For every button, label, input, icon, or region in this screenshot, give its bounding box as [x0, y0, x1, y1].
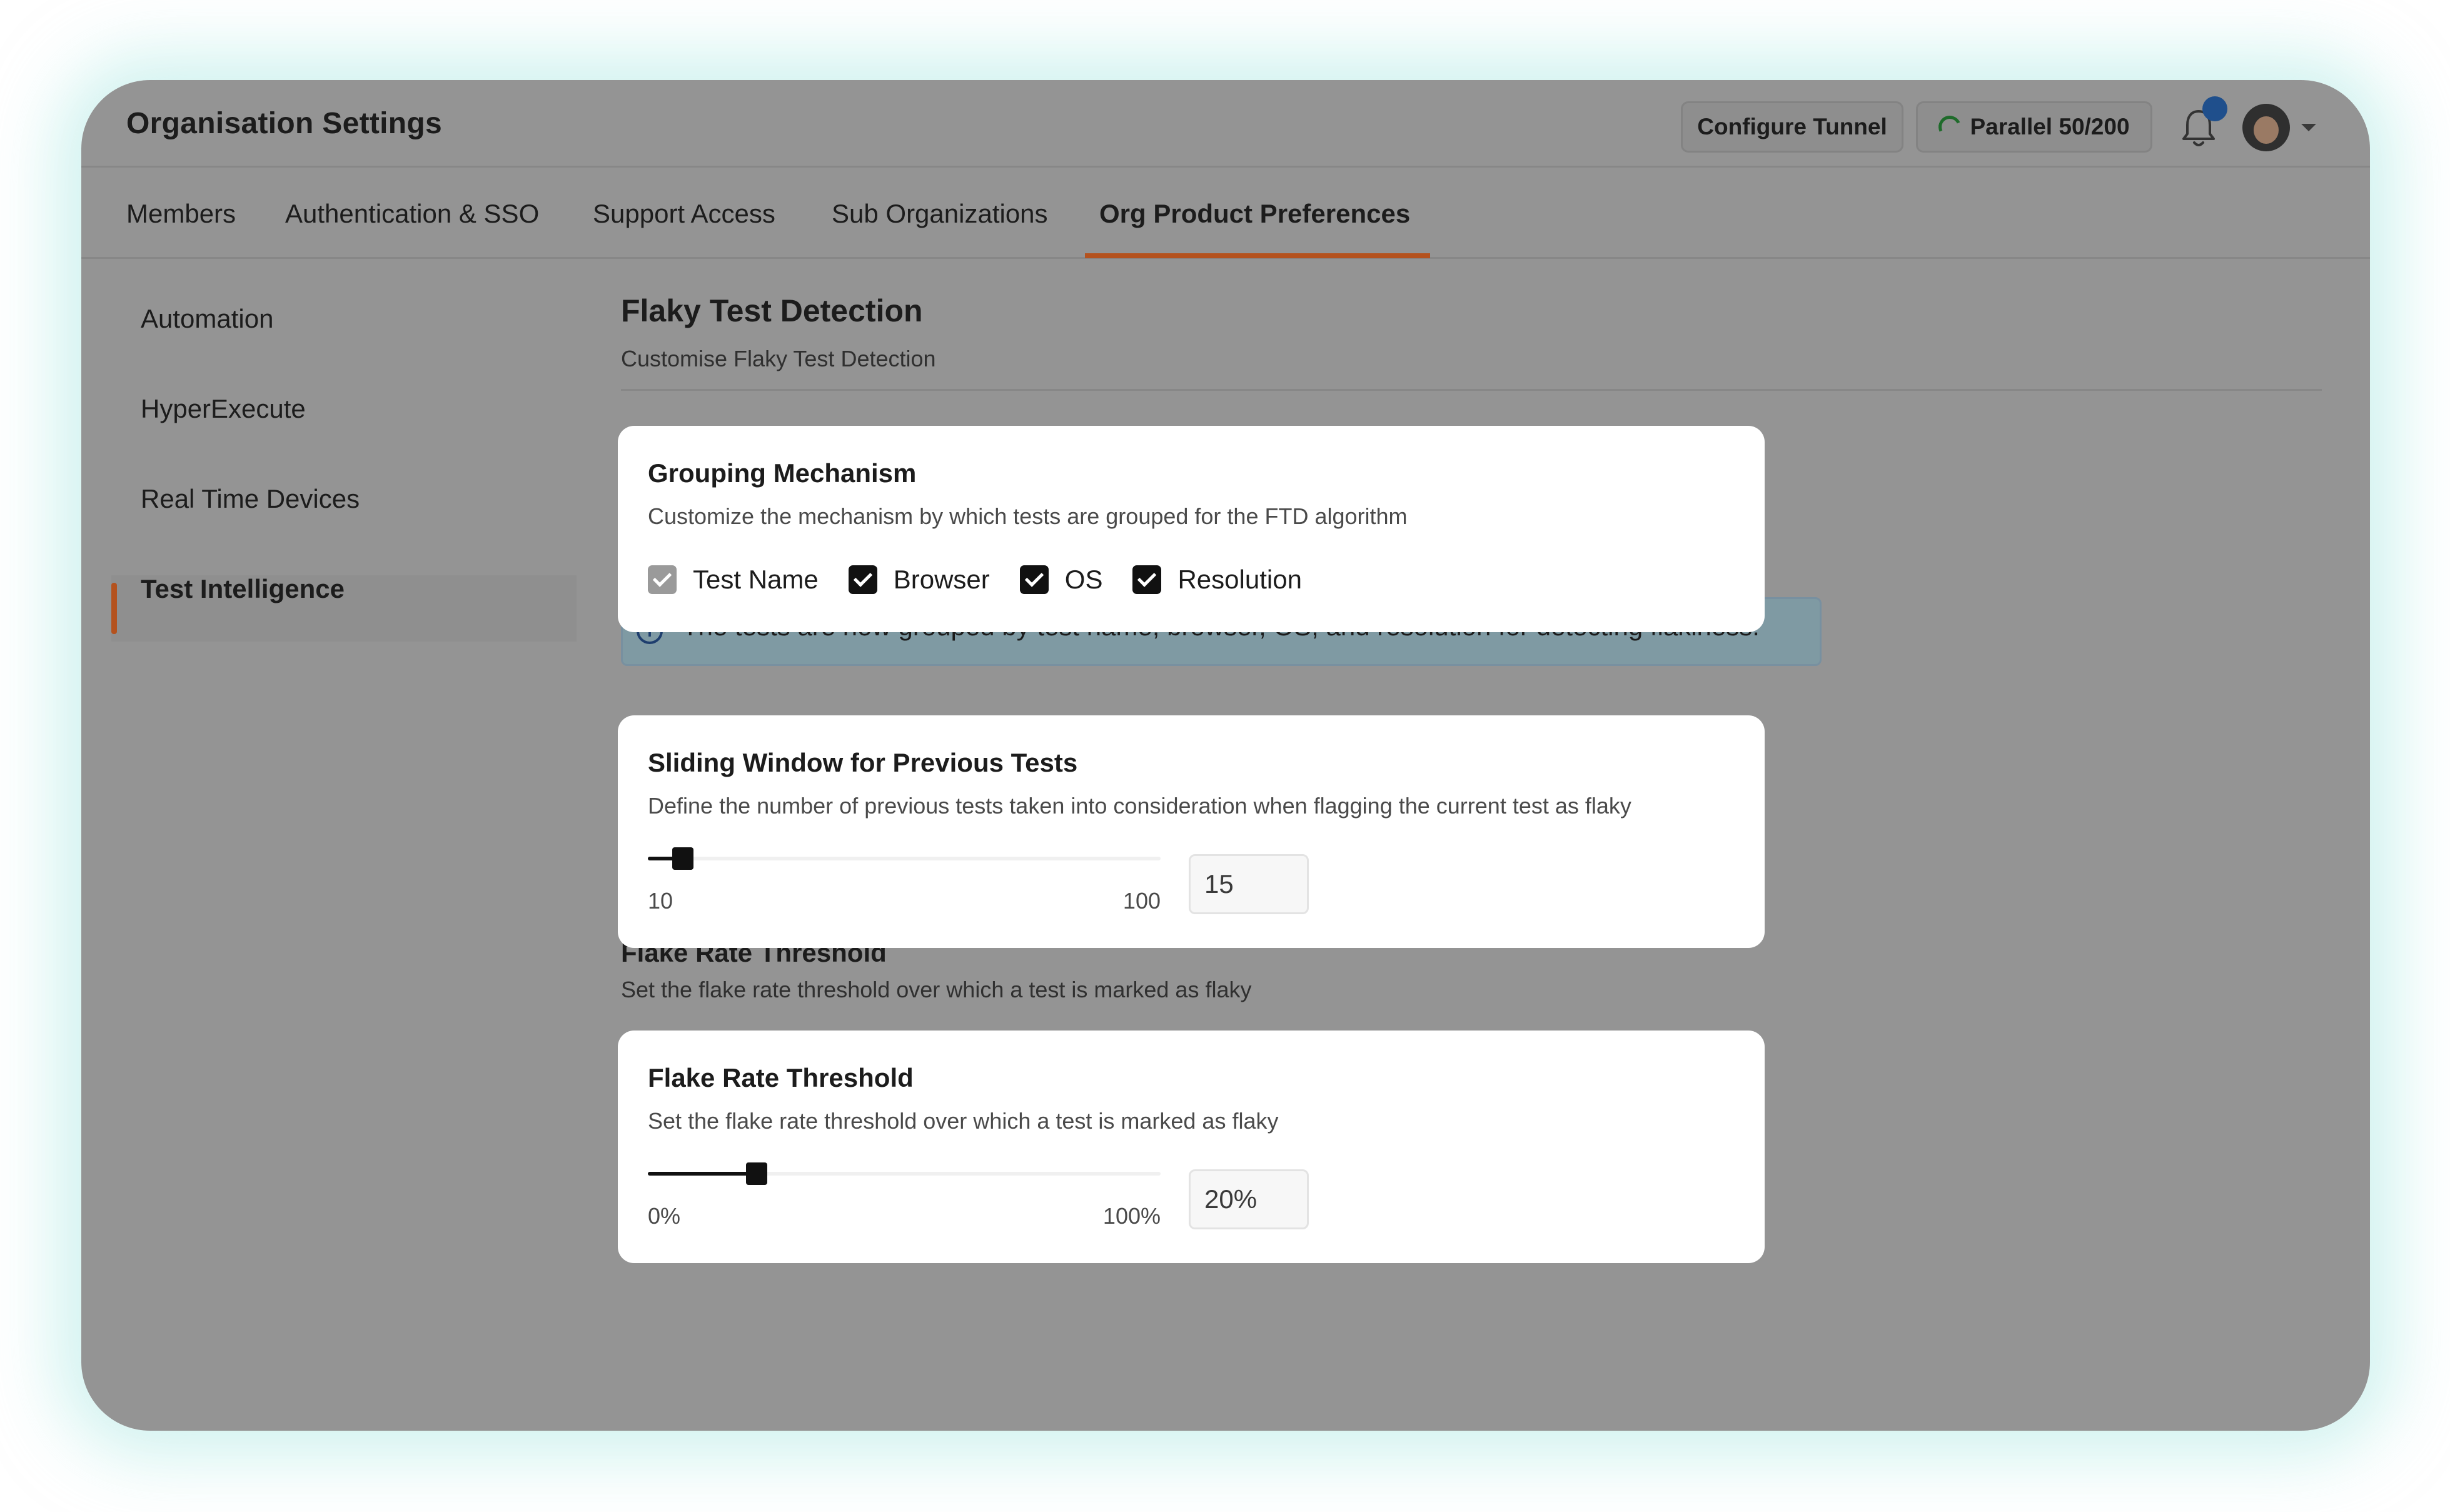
checkbox-test-name-label: Test Name — [693, 565, 819, 594]
tab-authentication-sso[interactable]: Authentication & SSO — [285, 199, 539, 229]
avatar[interactable] — [2242, 104, 2290, 151]
sidebar-item-automation[interactable]: Automation — [141, 304, 273, 334]
sidebar: Automation HyperExecute Real Time Device… — [81, 259, 582, 1431]
section-subtitle: Customise Flaky Test Detection — [621, 346, 936, 371]
tab-sub-organizations[interactable]: Sub Organizations — [832, 199, 1048, 229]
slider-track[interactable] — [648, 857, 1161, 860]
flake-rate-card: Flake Rate Threshold Set the flake rate … — [618, 1031, 1765, 1263]
tab-support-access[interactable]: Support Access — [593, 199, 775, 229]
parallel-label: Parallel 50/200 — [1970, 114, 2130, 139]
tab-org-product-preferences[interactable]: Org Product Preferences — [1099, 199, 1410, 229]
avatar-face — [2254, 116, 2279, 144]
tab-members[interactable]: Members — [126, 199, 236, 229]
configure-tunnel-label: Configure Tunnel — [1697, 114, 1887, 139]
sliding-window-slider[interactable] — [648, 847, 1161, 870]
slider-max-label: 100 — [1122, 888, 1161, 914]
checkbox-browser[interactable]: Browser — [848, 565, 990, 595]
flake-rate-description: Set the flake rate threshold over which … — [648, 1108, 1279, 1134]
sidebar-item-real-time-devices[interactable]: Real Time Devices — [141, 484, 360, 514]
sidebar-active-indicator — [111, 583, 117, 634]
page-title: Organisation Settings — [126, 107, 443, 140]
sliding-window-title: Sliding Window for Previous Tests — [648, 748, 1078, 777]
checkbox-test-name-box[interactable] — [648, 565, 677, 594]
grouping-mechanism-description: Customize the mechanism by which tests a… — [648, 503, 1408, 529]
checkbox-resolution-label: Resolution — [1177, 565, 1302, 594]
checkbox-os[interactable]: OS — [1019, 565, 1103, 595]
checkbox-test-name[interactable]: Test Name — [648, 565, 819, 595]
checkbox-resolution[interactable]: Resolution — [1132, 565, 1302, 595]
sidebar-item-test-intelligence[interactable]: Test Intelligence — [141, 574, 345, 604]
slider-handle[interactable] — [746, 1162, 767, 1185]
flake-rate-slider[interactable] — [648, 1162, 1161, 1185]
slider-max-label: 100% — [1102, 1203, 1161, 1229]
flake-rate-title: Flake Rate Threshold — [648, 1063, 914, 1092]
spinner-icon — [1935, 112, 1965, 142]
slider-min-label: 10 — [648, 888, 673, 914]
checkbox-browser-label: Browser — [893, 565, 990, 594]
top-bar: Organisation Settings Configure Tunnel P… — [81, 80, 2370, 168]
sliding-window-card: Sliding Window for Previous Tests Define… — [618, 715, 1765, 948]
grouping-mechanism-title: Grouping Mechanism — [648, 458, 917, 488]
sidebar-item-hyperexecute[interactable]: HyperExecute — [141, 394, 306, 424]
slider-fill — [648, 1172, 757, 1176]
slider-handle[interactable] — [672, 847, 693, 870]
chevron-down-icon[interactable] — [2301, 124, 2316, 131]
parallel-button[interactable]: Parallel 50/200 — [1916, 101, 2152, 153]
sliding-window-description: Define the number of previous tests take… — [648, 793, 1631, 819]
grouping-mechanism-card: Grouping Mechanism Customize the mechani… — [618, 426, 1765, 632]
notification-badge — [2202, 96, 2227, 121]
grouping-options: Test Name Browser OS Resolution — [648, 565, 1332, 595]
checkbox-browser-box[interactable] — [848, 565, 877, 594]
tab-bar: Members Authentication & SSO Support Acc… — [81, 168, 2370, 259]
app-window: Organisation Settings Configure Tunnel P… — [81, 80, 2370, 1431]
configure-tunnel-button[interactable]: Configure Tunnel — [1681, 101, 1903, 153]
flake-rate-input[interactable] — [1189, 1169, 1309, 1229]
active-tab-indicator — [1085, 253, 1430, 258]
checkbox-os-label: OS — [1064, 565, 1103, 594]
checkbox-os-box[interactable] — [1019, 565, 1049, 594]
checkbox-resolution-box[interactable] — [1132, 565, 1162, 594]
section-divider — [621, 389, 2322, 391]
slider-min-label: 0% — [648, 1203, 681, 1229]
sliding-window-input[interactable] — [1189, 854, 1309, 914]
section-title: Flaky Test Detection — [621, 293, 923, 328]
flake-rate-heading-description: Set the flake rate threshold over which … — [621, 977, 1252, 1002]
